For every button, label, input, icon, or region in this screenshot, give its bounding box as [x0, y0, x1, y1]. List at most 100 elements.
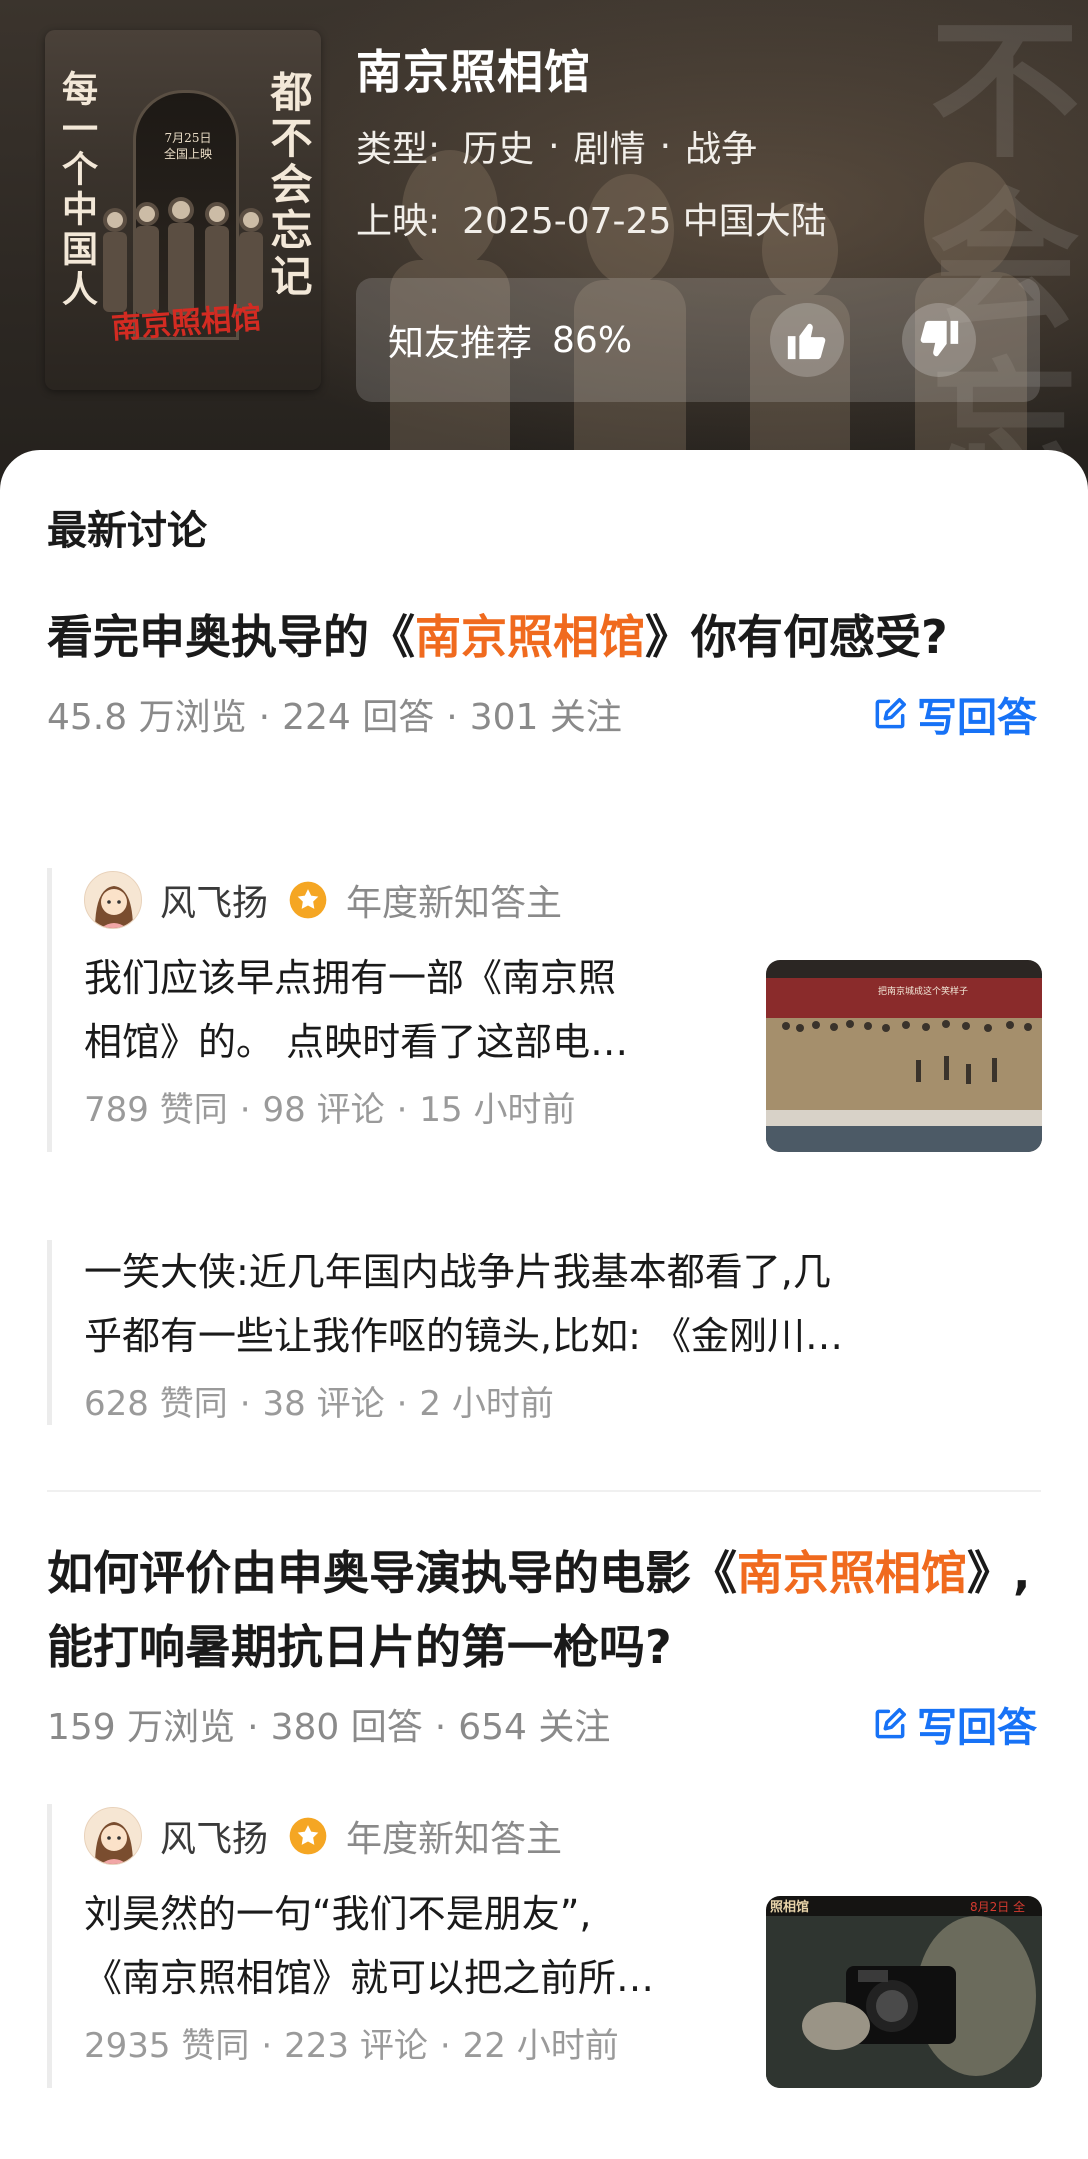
question-stats-text: 45.8 万浏览 · 224 回答 · 301 关注 [47, 688, 622, 740]
question-stats: 159 万浏览 · 380 回答 · 654 关注 写回答 [47, 1694, 1037, 1754]
star-badge-icon [289, 881, 327, 919]
movie-poster[interactable]: 每一个中国人 都不会忘记 7月25日 全国上映 南京照相馆 [45, 30, 321, 390]
like-count: 2935 赞同 [84, 2026, 250, 2066]
post-time: 15 小时前 [419, 1090, 576, 1130]
answer-stats: 2935 赞同 · 223 评论 · 22 小时前 [84, 2018, 654, 2067]
write-answer-label: 写回答 [917, 1705, 1037, 1751]
divider [47, 1490, 1041, 1492]
answer-line: 《南京照相馆》就可以把之前所… [84, 1956, 655, 2000]
post-time: 2 小时前 [419, 1384, 554, 1424]
question-card[interactable]: 看完申奥执导的《南京照相馆》你有何感受? 45.8 万浏览 · 224 回答 · 301… [47, 600, 1037, 744]
thumbnail-caption: 把南京城成这个笑样子 [878, 985, 968, 997]
answer-content: 我们应该早点拥有一部《南京照 相馆》的。 点映时看了这部电… 789 赞同 · 98… [84, 946, 628, 1152]
discussion-panel: 最新讨论 看完申奥执导的《南京照相馆》你有何感受? 45.8 万浏览 · 224 回… [0, 450, 1088, 2159]
movie-header: 不 会 忘 每一个中国人 都不会忘记 7月25日 全国上映 [0, 0, 1088, 520]
answer-count: 224 回答 [282, 697, 435, 738]
answer-thumbnail[interactable]: 照相馆 8月2日 全 [766, 1896, 1042, 2088]
thumbs-down-button[interactable] [902, 303, 976, 377]
answer-excerpt[interactable]: 刘昊然的一句“我们不是朋友”, 《南京照相馆》就可以把之前所… [84, 1882, 654, 2010]
follow-count: 654 关注 [458, 1707, 611, 1748]
view-count: 159 万浏览 [47, 1707, 236, 1748]
question-title-text: 看完申奥执导的《 [47, 610, 415, 664]
author-name[interactable]: 风飞扬 [160, 1810, 268, 1862]
answer-line: 一笑大侠:近几年国内战争片我基本都看了,几 [84, 1250, 831, 1294]
stats-separator: · [258, 697, 271, 738]
answer-line: 乎都有一些让我作呕的镜头,比如: 《金刚川… [84, 1314, 843, 1358]
section-title: 最新讨论 [47, 508, 207, 554]
avatar[interactable] [84, 871, 142, 929]
answer-body: 我们应该早点拥有一部《南京照 相馆》的。 点映时看了这部电… 789 赞同 · 98… [84, 946, 1042, 1152]
genre-separator: · [548, 125, 560, 167]
answer-line: 我们应该早点拥有一部《南京照 [84, 956, 617, 1000]
poster-date-line: 7月25日 [164, 131, 212, 145]
answer-card[interactable]: 风飞扬 年度新知答主 刘昊然的一句“我们不是朋友”, 《南京照相馆》就可以把之前… [47, 1804, 1042, 2088]
question-title-text: 》你有何感受? [645, 610, 948, 664]
stats-separator: · [396, 1090, 408, 1130]
question-stats-text: 159 万浏览 · 380 回答 · 654 关注 [47, 1698, 610, 1750]
answer-card[interactable]: 一笑大侠:近几年国内战争片我基本都看了,几 乎都有一些让我作呕的镜头,比如: 《… [47, 1240, 1042, 1425]
avatar-image [85, 1808, 141, 1864]
thumbs-down-icon [920, 320, 959, 357]
question-stats: 45.8 万浏览 · 224 回答 · 301 关注 写回答 [47, 684, 1037, 744]
like-count: 628 赞同 [84, 1384, 228, 1424]
stats-separator: · [247, 1707, 259, 1748]
recommend-label: 知友推荐 [388, 323, 533, 364]
movie-title: 南京照相馆 [356, 45, 591, 99]
movie-release: 上映: 2025-07-25 中国大陆 [356, 192, 827, 244]
stats-separator: · [434, 1707, 447, 1748]
answer-content: 刘昊然的一句“我们不是朋友”, 《南京照相馆》就可以把之前所… 2935 赞同 ·… [84, 1882, 654, 2088]
avatar[interactable] [84, 1807, 142, 1865]
avatar-image [85, 872, 141, 928]
question-title-highlight: 南京照相馆 [737, 1546, 967, 1600]
follow-count: 301 关注 [469, 697, 622, 738]
poster-release-date: 7月25日 全国上映 [143, 130, 233, 162]
question-card[interactable]: 如何评价由申奥导演执导的电影《南京照相馆》,能打响暑期抗日片的第一枪吗? 159… [47, 1536, 1037, 1754]
stats-separator: · [439, 2026, 451, 2066]
answer-excerpt[interactable]: 我们应该早点拥有一部《南京照 相馆》的。 点映时看了这部电… [84, 946, 628, 1074]
edit-icon [875, 698, 906, 729]
stats-separator: · [446, 697, 458, 738]
genre-label: 类型: [356, 129, 441, 170]
question-title[interactable]: 看完申奥执导的《南京照相馆》你有何感受? [47, 600, 1037, 674]
thumbs-up-icon [787, 323, 826, 360]
thumbnail-image: 把南京城成这个笑样子 [766, 960, 1042, 1152]
question-title[interactable]: 如何评价由申奥导演执导的电影《南京照相馆》,能打响暑期抗日片的第一枪吗? [47, 1536, 1037, 1684]
answer-thumbnail[interactable]: 把南京城成这个笑样子 [766, 960, 1042, 1152]
release-label: 上映: [356, 201, 441, 242]
stats-separator: · [396, 1384, 408, 1424]
answer-excerpt[interactable]: 一笑大侠:近几年国内战争片我基本都看了,几 乎都有一些让我作呕的镜头,比如: 《… [84, 1240, 1042, 1368]
author-row: 风飞扬 年度新知答主 [84, 868, 1042, 932]
view-count: 45.8 万浏览 [47, 697, 247, 738]
thumbs-up-button[interactable] [770, 303, 844, 377]
write-answer-button[interactable]: 写回答 [871, 685, 1037, 743]
author-row: 风飞扬 年度新知答主 [84, 1804, 1042, 1868]
star-badge-icon [289, 1817, 327, 1855]
genre-tag[interactable]: 剧情 [574, 120, 646, 172]
author-badge: 年度新知答主 [346, 1819, 563, 1860]
comment-count: 223 评论 [284, 2026, 428, 2066]
movie-genres: 类型: 历史 · 剧情 · 战争 [356, 120, 757, 172]
poster-date-line: 全国上映 [163, 147, 212, 161]
author-name[interactable]: 风飞扬 [160, 874, 268, 926]
like-count: 789 赞同 [84, 1090, 228, 1130]
genre-tag[interactable]: 战争 [685, 120, 757, 172]
comment-count: 98 评论 [262, 1090, 385, 1130]
edit-icon [875, 1708, 906, 1739]
author-badge: 年度新知答主 [346, 883, 563, 924]
write-answer-label: 写回答 [917, 695, 1037, 741]
thumbnail-image: 照相馆 8月2日 全 [766, 1896, 1042, 2088]
write-answer-button[interactable]: 写回答 [871, 1695, 1037, 1753]
stats-separator: · [261, 2026, 273, 2066]
thumbnail-caption: 照相馆 [770, 1899, 809, 1915]
answer-count: 380 回答 [270, 1707, 423, 1748]
post-time: 22 小时前 [462, 2026, 619, 2066]
answer-card[interactable]: 风飞扬 年度新知答主 我们应该早点拥有一部《南京照 相馆》的。 点映时看了这部电… [47, 868, 1042, 1152]
comment-count: 38 评论 [262, 1384, 385, 1424]
thumbnail-caption: 8月2日 全 [970, 1899, 1025, 1914]
genre-tag[interactable]: 历史 [462, 120, 534, 172]
recommend-panel: 知友推荐 86% [356, 278, 1040, 402]
stats-separator: · [239, 1090, 251, 1130]
question-title-text: 如何评价由申奥导演执导的电影《 [47, 1546, 737, 1600]
answer-body: 刘昊然的一句“我们不是朋友”, 《南京照相馆》就可以把之前所… 2935 赞同 ·… [84, 1882, 1042, 2088]
answer-stats: 789 赞同 · 98 评论 · 15 小时前 [84, 1082, 628, 1131]
